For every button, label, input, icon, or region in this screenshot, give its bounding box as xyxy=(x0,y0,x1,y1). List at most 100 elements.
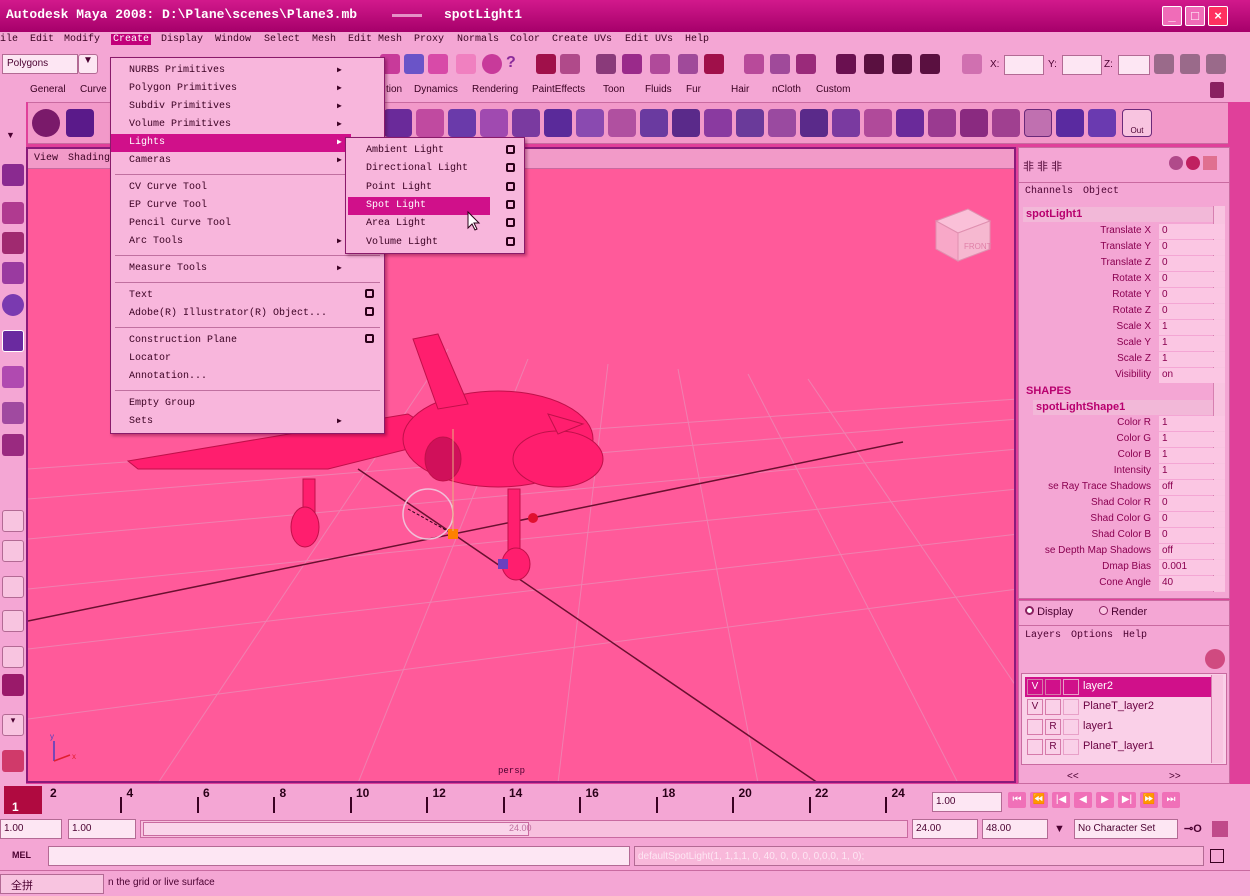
attr-value-field[interactable]: off xyxy=(1159,480,1225,495)
close-button[interactable]: × xyxy=(1208,6,1228,26)
last-tool-icon[interactable] xyxy=(2,434,24,456)
persp-outliner-layout-icon[interactable] xyxy=(2,576,24,598)
snap-together-icon[interactable] xyxy=(650,54,670,74)
attr-value-field[interactable]: on xyxy=(1159,368,1225,383)
attr-value-field[interactable]: 1 xyxy=(1159,416,1225,431)
create-menu-item[interactable]: Measure Tools ▶ xyxy=(111,260,351,278)
snap-view-icon[interactable] xyxy=(456,54,476,74)
step-back-frame-icon[interactable]: |◀ xyxy=(1052,792,1070,808)
shelf-tab-animation[interactable]: tion xyxy=(386,84,402,95)
create-menu-item[interactable]: EP Curve Tool xyxy=(111,197,351,215)
snap-point-icon[interactable] xyxy=(428,54,448,74)
attr-label[interactable]: Scale Z xyxy=(1117,353,1151,364)
menu-create-uvs[interactable]: Create UVs xyxy=(552,34,612,45)
step-forward-key-icon[interactable]: ⏩ xyxy=(1140,792,1158,808)
shelf-tool-icon[interactable] xyxy=(960,109,988,137)
range-track[interactable]: 24.00 xyxy=(140,820,908,838)
paint-select-icon[interactable] xyxy=(2,232,24,254)
create-menu-item[interactable]: Sets ▶ xyxy=(111,413,351,431)
option-box-icon[interactable] xyxy=(365,334,374,343)
shelf-tool-icon[interactable] xyxy=(416,109,444,137)
shelf-tab-rendering[interactable]: Rendering xyxy=(472,84,518,95)
layer-visibility-toggle[interactable] xyxy=(1027,739,1043,755)
attr-value-field[interactable]: 0.001 xyxy=(1159,560,1225,575)
input-ops-icon[interactable] xyxy=(744,54,764,74)
layer-render-toggle[interactable] xyxy=(1045,679,1061,695)
attr-value-field[interactable]: 1 xyxy=(1159,352,1225,367)
shelf-tool-icon[interactable] xyxy=(576,109,604,137)
layer-color-swatch[interactable] xyxy=(1063,739,1079,755)
ipr-render-icon[interactable] xyxy=(892,54,912,74)
shelf-tab-hair[interactable]: Hair xyxy=(731,84,749,95)
select-highlight-icon[interactable] xyxy=(560,54,580,74)
attr-label[interactable]: se Ray Trace Shadows xyxy=(1048,481,1151,492)
trash-icon[interactable] xyxy=(1210,82,1224,98)
create-menu-item[interactable]: Adobe(R) Illustrator(R) Object... xyxy=(111,305,374,323)
option-box-icon[interactable] xyxy=(365,307,374,316)
step-back-key-icon[interactable]: ⏪ xyxy=(1030,792,1048,808)
script-editor-button[interactable] xyxy=(1210,849,1224,863)
menu-window[interactable]: Window xyxy=(215,34,251,45)
view-cube[interactable]: FRONT xyxy=(934,208,992,262)
lights-menu-item[interactable]: Volume Light xyxy=(348,234,490,252)
lights-menu-item[interactable]: Point Light xyxy=(348,179,490,197)
option-box-icon[interactable] xyxy=(506,181,515,191)
shelf-menu[interactable]: ▼ xyxy=(0,102,26,144)
layer-row[interactable]: Rlayer1 xyxy=(1025,717,1215,737)
animation-prefs-icon[interactable] xyxy=(1212,821,1228,837)
lights-menu-item[interactable]: Directional Light xyxy=(348,160,490,178)
create-menu-item[interactable]: CV Curve Tool xyxy=(111,179,351,197)
attr-value-field[interactable]: 0 xyxy=(1159,288,1225,303)
shelf-tab-curves[interactable]: Curve xyxy=(80,84,107,95)
create-menu-item[interactable]: Arc Tools ▶ xyxy=(111,233,351,251)
y-field[interactable] xyxy=(1062,55,1102,75)
shelf-tab-ncloth[interactable]: nCloth xyxy=(772,84,801,95)
create-menu-item[interactable]: Text xyxy=(111,287,374,305)
menu-normals[interactable]: Normals xyxy=(457,34,499,45)
attr-label[interactable]: Scale Y xyxy=(1117,337,1151,348)
attr-label[interactable]: Translate Y xyxy=(1100,241,1151,252)
menu-display[interactable]: Display xyxy=(161,34,203,45)
graph-layout-icon[interactable] xyxy=(2,646,24,668)
poly-cube-icon[interactable] xyxy=(66,109,94,137)
current-frame-marker[interactable]: 1 xyxy=(4,786,42,814)
shelf-tab-dynamics[interactable]: Dynamics xyxy=(414,84,458,95)
attr-value-field[interactable]: 0 xyxy=(1159,224,1225,239)
attr-label[interactable]: Color R xyxy=(1117,417,1151,428)
shelf-tool-icon[interactable] xyxy=(672,109,700,137)
create-menu-item[interactable]: Lights ▶ xyxy=(111,134,351,152)
create-menu-item[interactable]: Construction Plane xyxy=(111,332,374,350)
shelf-tab-toon[interactable]: Toon xyxy=(603,84,625,95)
construction-history-icon[interactable] xyxy=(704,54,724,74)
history-icon[interactable] xyxy=(596,54,616,74)
animation-end-field[interactable]: 48.00 xyxy=(982,819,1048,839)
create-menu-item[interactable]: Cameras ▶ xyxy=(111,152,351,170)
menu-modify[interactable]: Modify xyxy=(64,34,100,45)
mel-label[interactable]: MEL xyxy=(12,850,31,860)
menu-help[interactable]: Help xyxy=(685,34,709,45)
rotate-tool-icon[interactable] xyxy=(2,294,24,316)
display-radio[interactable]: Display xyxy=(1025,606,1073,618)
attr-value-field[interactable]: 0 xyxy=(1159,240,1225,255)
attr-label[interactable]: Cone Angle xyxy=(1099,577,1151,588)
attr-value-field[interactable]: 0 xyxy=(1159,256,1225,271)
shelf-tool-icon[interactable] xyxy=(384,109,412,137)
shelf-tool-icon[interactable] xyxy=(832,109,860,137)
render-view-icon[interactable] xyxy=(836,54,856,74)
create-menu-item[interactable]: Volume Primitives ▶ xyxy=(111,116,351,134)
shelf-tool-icon[interactable] xyxy=(768,109,796,137)
channel-menu-object[interactable]: Object xyxy=(1083,186,1119,197)
option-box-icon[interactable] xyxy=(506,163,515,173)
shelf-tool-icon[interactable] xyxy=(896,109,924,137)
script-editor-icon[interactable] xyxy=(2,750,24,772)
character-set-arrow-icon[interactable]: ▼ xyxy=(1054,823,1065,835)
attribute-editor-icon[interactable] xyxy=(1154,54,1174,74)
manipulator-icon[interactable] xyxy=(2,366,24,388)
attr-label[interactable]: Rotate Z xyxy=(1113,305,1151,316)
layer-row[interactable]: Vlayer2 xyxy=(1025,677,1215,697)
attr-label[interactable]: Intensity xyxy=(1114,465,1151,476)
channel-node-name[interactable]: spotLight1 xyxy=(1023,207,1213,222)
create-menu-item[interactable]: Empty Group xyxy=(111,395,351,413)
output-ops-icon[interactable] xyxy=(770,54,790,74)
create-menu-item[interactable]: Subdiv Primitives ▶ xyxy=(111,98,351,116)
